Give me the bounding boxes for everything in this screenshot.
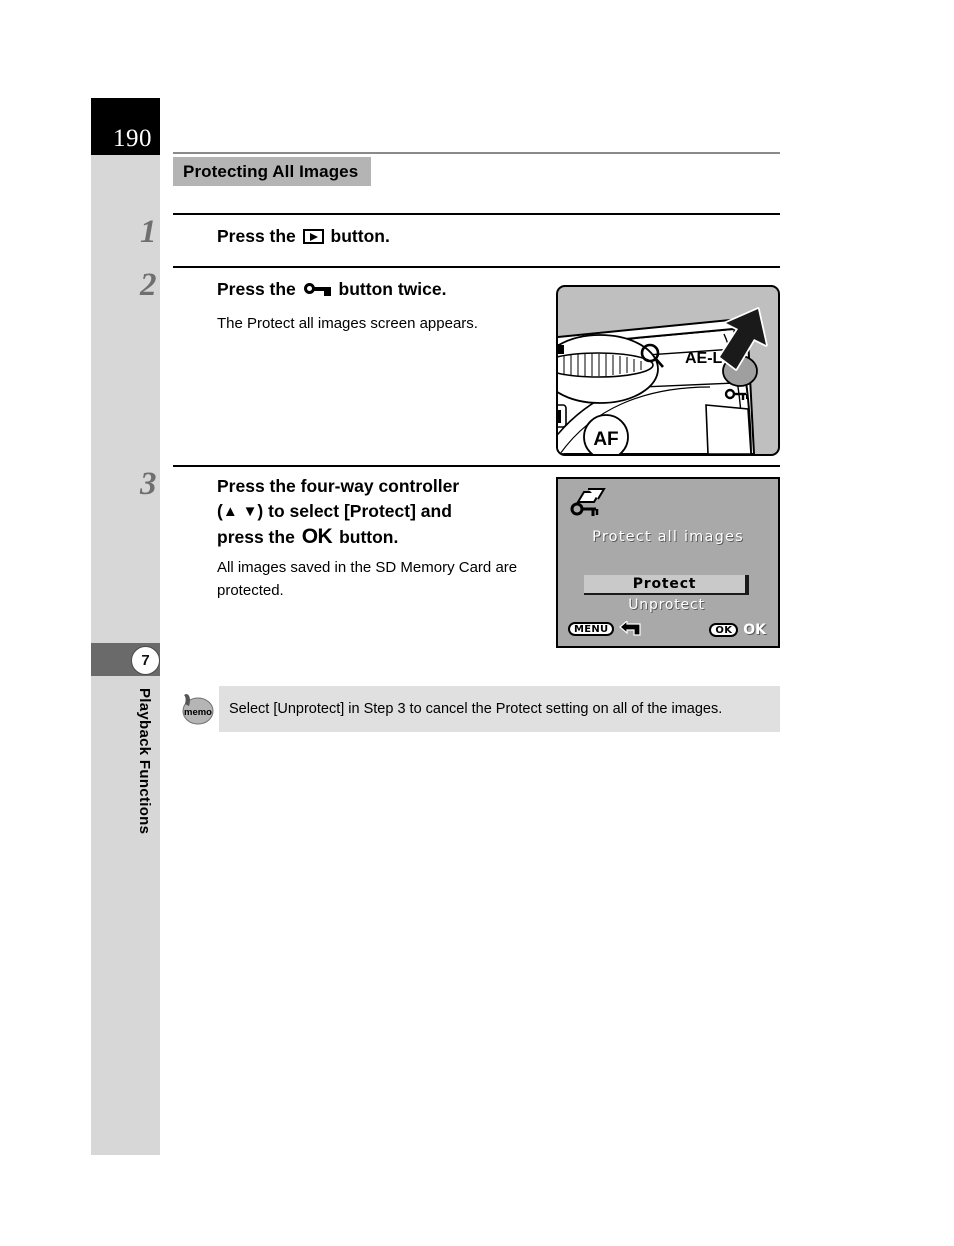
chapter-number-badge: 7 xyxy=(131,646,160,675)
section-heading: Protecting All Images xyxy=(173,157,372,186)
step-3-title: Press the four-way controller (▲ ▼) to s… xyxy=(217,474,517,550)
protect-all-images-icon xyxy=(570,488,606,516)
lcd-footer-right: OK OK xyxy=(709,622,766,638)
step-3-body: All images saved in the SD Memory Card a… xyxy=(217,559,518,599)
step-3-line3-before: press the xyxy=(217,527,295,547)
step-1-title: Press the button. xyxy=(217,224,390,249)
lcd-ok-label: OK xyxy=(743,622,766,638)
lcd-footer-left: MENU xyxy=(568,621,642,637)
protect-all-images-screen: Protect all images Protect Unprotect MEN… xyxy=(556,477,780,648)
memo-icon: memo xyxy=(182,694,214,725)
step-2-title-after: button twice. xyxy=(338,279,447,299)
step-3-line3-after: button. xyxy=(339,527,399,547)
page-number: 190 xyxy=(113,125,152,152)
arrow-down-icon: ▼ xyxy=(242,503,258,520)
af-label: AF xyxy=(593,429,618,450)
camera-rear-illustration: AF AE-L xyxy=(556,285,780,456)
step-3-rule xyxy=(173,465,780,467)
camera-illustration-svg: AF AE-L xyxy=(558,307,768,454)
step-3-line2-after: ) to select [Protect] and xyxy=(257,501,452,521)
step-2-title-before: Press the xyxy=(217,279,296,299)
arrow-up-icon: ▲ xyxy=(222,503,238,520)
chapter-title-vertical: Playback Functions xyxy=(136,688,153,835)
step-2-body: The Protect all images screen appears. xyxy=(217,315,478,332)
step-2-rule xyxy=(173,266,780,268)
step-1-rule xyxy=(173,213,780,215)
back-arrow-icon xyxy=(619,621,642,636)
playback-icon xyxy=(302,229,324,244)
content-column: Protecting All Images 1 Press the button… xyxy=(140,0,780,1246)
ok-button-glyph: OK xyxy=(301,525,333,548)
step-3-title-line3: press the OK button. xyxy=(217,524,517,550)
memo-text: Select [Unprotect] in Step 3 to cancel t… xyxy=(229,701,723,717)
step-2-title: Press the button twice. xyxy=(217,277,446,302)
key-icon xyxy=(303,282,331,296)
step-1-title-after: button. xyxy=(330,226,390,246)
step-3-title-line1: Press the four-way controller xyxy=(217,476,460,496)
step-2-number: 2 xyxy=(140,267,157,303)
memo-box: Select [Unprotect] in Step 3 to cancel t… xyxy=(219,686,780,732)
page-number-block: 190 xyxy=(91,98,160,155)
step-1-number: 1 xyxy=(140,214,157,250)
heading-top-rule xyxy=(173,152,780,154)
ae-l-label: AE-L xyxy=(685,350,723,367)
lcd-option-unprotect[interactable]: Unprotect xyxy=(584,597,749,613)
step-3-number: 3 xyxy=(140,466,157,502)
memo-icon-label: memo xyxy=(184,707,212,718)
step-3-title-line2: (▲ ▼) to select [Protect] and xyxy=(217,499,517,524)
lcd-title: Protect all images xyxy=(592,529,744,545)
lcd-option-protect[interactable]: Protect xyxy=(584,575,749,595)
ok-button-pill[interactable]: OK xyxy=(709,623,739,637)
step-1-title-before: Press the xyxy=(217,226,296,246)
menu-button-pill[interactable]: MENU xyxy=(568,622,615,636)
